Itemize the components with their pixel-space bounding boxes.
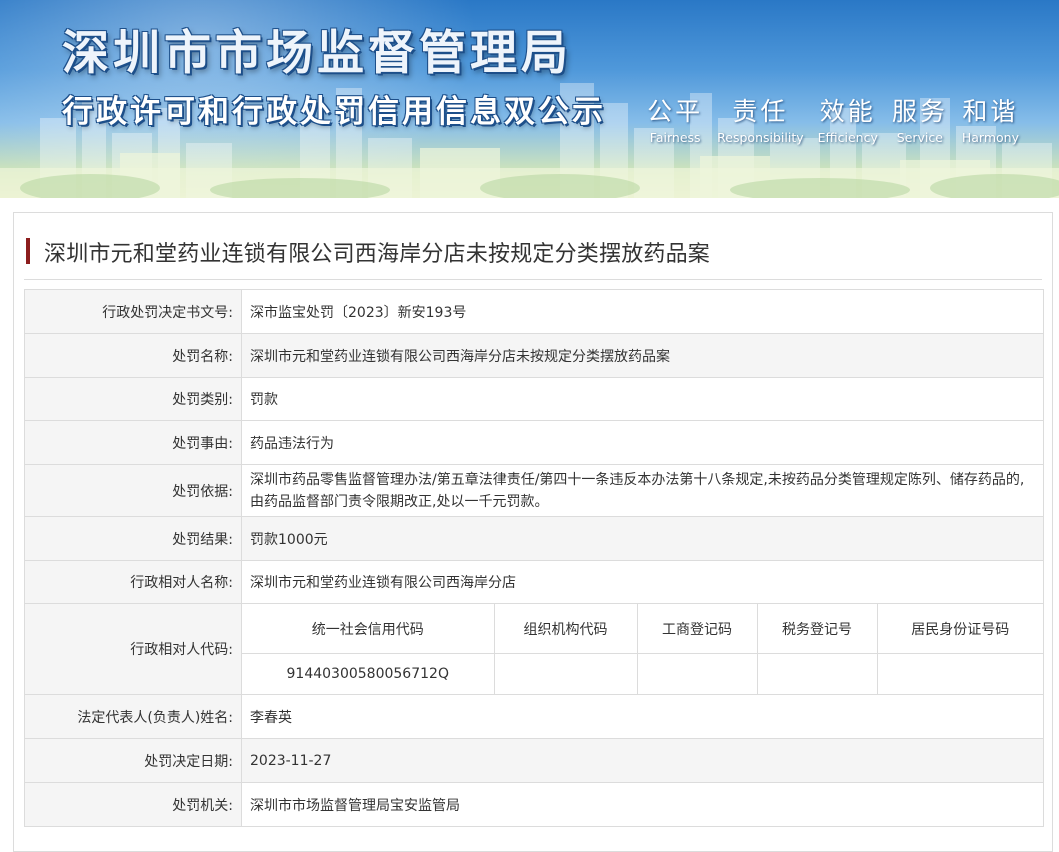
slogan-responsibility: 责任 Responsibility: [717, 92, 803, 145]
table-row: 法定代表人(负责人)姓名: 李春英: [24, 694, 1044, 739]
party-code-value: 统一社会信用代码 组织机构代码 工商登记码 税务登记号 居民身份证号码 9144…: [241, 603, 1044, 695]
site-subtitle: 行政许可和行政处罚信用信息双公示: [62, 94, 606, 130]
code-header-tax: 税务登记号: [756, 604, 878, 655]
code-header-org: 组织机构代码: [493, 604, 638, 655]
penalty-reason-label: 处罚事由:: [24, 420, 242, 465]
code-header-row: 统一社会信用代码 组织机构代码 工商登记码 税务登记号 居民身份证号码: [242, 604, 1043, 655]
code-value-credit: 91440300580056712Q: [242, 653, 495, 694]
penalty-basis-value: 深圳市药品零售监督管理办法/第五章法律责任/第四十一条违反本办法第十八条规定,未…: [241, 464, 1044, 517]
party-name-label: 行政相对人名称:: [24, 560, 242, 604]
decision-no-value: 深市监宝处罚〔2023〕新安193号: [241, 289, 1044, 334]
decision-date-value: 2023-11-27: [241, 738, 1044, 783]
slogan-en: Service: [896, 130, 943, 145]
penalty-basis-label: 处罚依据:: [24, 464, 242, 517]
slogan-cn: 服务: [891, 97, 948, 126]
code-header-credit: 统一社会信用代码: [242, 604, 495, 655]
code-value-row: 91440300580056712Q: [242, 653, 1043, 694]
decision-no-label: 行政处罚决定书文号:: [24, 289, 242, 334]
content-panel: 深圳市元和堂药业连锁有限公司西海岸分店未按规定分类摆放药品案 行政处罚决定书文号…: [13, 212, 1053, 852]
party-name-value: 深圳市元和堂药业连锁有限公司西海岸分店: [241, 560, 1044, 604]
case-title: 深圳市元和堂药业连锁有限公司西海岸分店未按规定分类摆放药品案: [44, 242, 711, 267]
slogan-cn: 效能: [819, 97, 876, 126]
table-row: 行政相对人名称: 深圳市元和堂药业连锁有限公司西海岸分店: [24, 560, 1044, 604]
table-row: 处罚决定日期: 2023-11-27: [24, 738, 1044, 783]
slogan-en: Efficiency: [817, 130, 878, 145]
case-title-header: 深圳市元和堂药业连锁有限公司西海岸分店未按规定分类摆放药品案: [24, 236, 1042, 280]
table-row: 处罚结果: 罚款1000元: [24, 516, 1044, 561]
code-value-business: [636, 653, 758, 694]
code-value-org: [493, 653, 638, 694]
authority-label: 处罚机关:: [24, 782, 242, 827]
title-accent-bar: [26, 238, 30, 264]
slogan-en: Responsibility: [717, 130, 804, 145]
penalty-basis-text: 深圳市药品零售监督管理办法/第五章法律责任/第四十一条违反本办法第十八条规定,未…: [250, 471, 1025, 510]
authority-value: 深圳市市场监督管理局宝安监管局: [241, 782, 1044, 827]
legal-rep-label: 法定代表人(负责人)姓名:: [24, 694, 242, 739]
slogan-cn: 公平: [647, 97, 704, 126]
code-value-id: [876, 653, 1043, 694]
penalty-reason-value: 药品违法行为: [241, 420, 1044, 465]
code-header-business: 工商登记码: [636, 604, 758, 655]
decision-date-label: 处罚决定日期:: [24, 738, 242, 783]
table-row: 行政处罚决定书文号: 深市监宝处罚〔2023〕新安193号: [24, 289, 1044, 334]
slogan-service: 服务 Service: [892, 92, 948, 145]
penalty-result-value: 罚款1000元: [241, 516, 1044, 561]
penalty-type-value: 罚款: [241, 377, 1044, 421]
party-code-table: 统一社会信用代码 组织机构代码 工商登记码 税务登记号 居民身份证号码 9144…: [242, 604, 1043, 694]
code-header-id: 居民身份证号码: [876, 604, 1043, 655]
slogan-fairness: 公平 Fairness: [647, 92, 703, 145]
party-code-label: 行政相对人代码:: [24, 603, 242, 695]
table-row: 处罚事由: 药品违法行为: [24, 420, 1044, 465]
penalty-result-label: 处罚结果:: [24, 516, 242, 561]
table-row: 处罚类别: 罚款: [24, 377, 1044, 421]
slogan-cn: 责任: [732, 97, 789, 126]
table-row: 处罚依据: 深圳市药品零售监督管理办法/第五章法律责任/第四十一条违反本办法第十…: [24, 464, 1044, 517]
table-row: 行政相对人代码: 统一社会信用代码 组织机构代码 工商登记码 税务登记号 居民身…: [24, 603, 1044, 695]
site-title: 深圳市市场监督管理局: [62, 26, 572, 81]
penalty-info-table: 行政处罚决定书文号: 深市监宝处罚〔2023〕新安193号 处罚名称: 深圳市元…: [24, 289, 1044, 827]
penalty-name-value: 深圳市元和堂药业连锁有限公司西海岸分店未按规定分类摆放药品案: [241, 333, 1044, 378]
slogan-en: Harmony: [961, 130, 1019, 145]
code-value-tax: [756, 653, 878, 694]
table-row: 处罚机关: 深圳市市场监督管理局宝安监管局: [24, 782, 1044, 827]
slogan-efficiency: 效能 Efficiency: [818, 92, 878, 145]
slogan-harmony: 和谐 Harmony: [962, 92, 1019, 145]
penalty-type-label: 处罚类别:: [24, 377, 242, 421]
slogan-cn: 和谐: [962, 97, 1019, 126]
slogan-group: 公平 Fairness 责任 Responsibility 效能 Efficie…: [647, 92, 1019, 145]
table-row: 处罚名称: 深圳市元和堂药业连锁有限公司西海岸分店未按规定分类摆放药品案: [24, 333, 1044, 378]
legal-rep-value: 李春英: [241, 694, 1044, 739]
penalty-name-label: 处罚名称:: [24, 333, 242, 378]
header-banner: 深圳市市场监督管理局 行政许可和行政处罚信用信息双公示 公平 Fairness …: [0, 0, 1059, 198]
slogan-en: Fairness: [649, 130, 701, 145]
